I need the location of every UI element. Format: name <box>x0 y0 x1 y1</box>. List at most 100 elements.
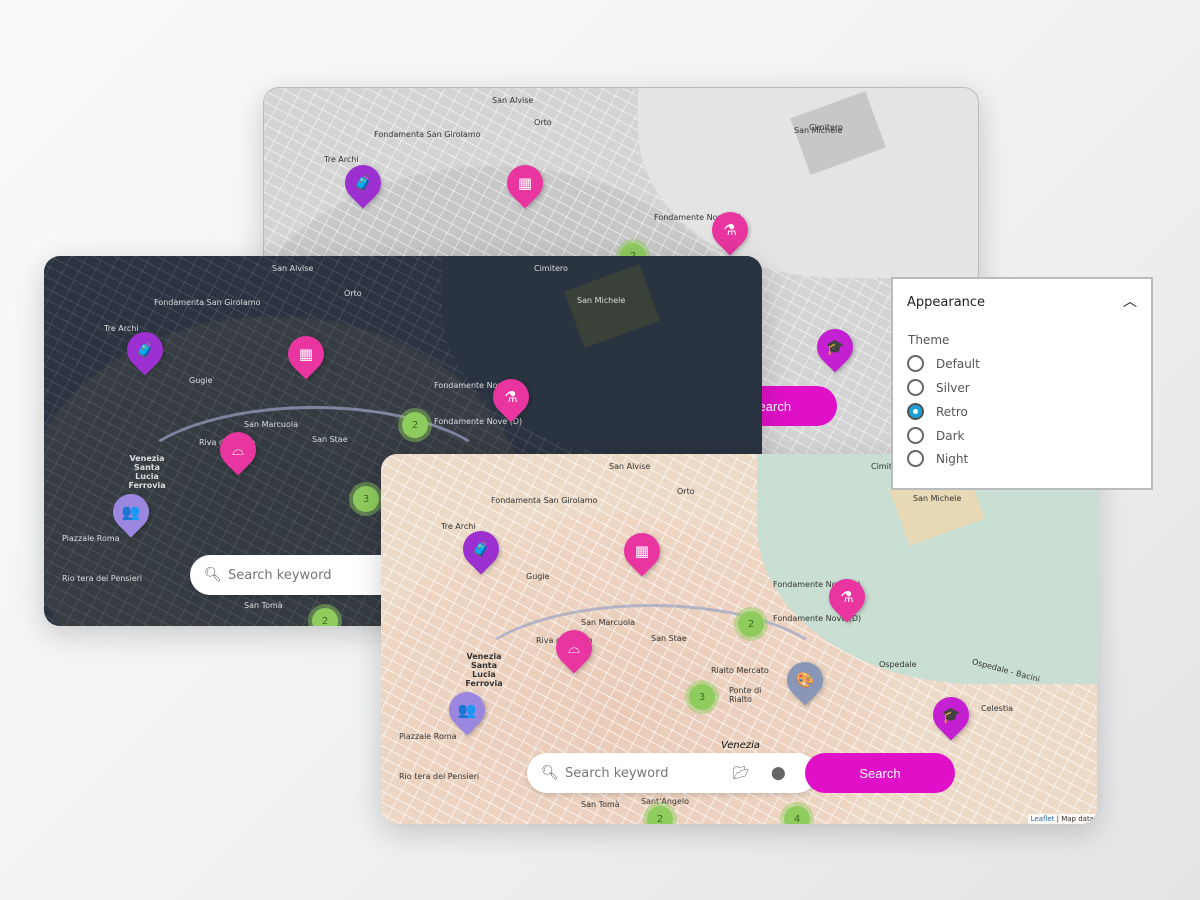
hospital-icon: ▦ <box>517 174 533 192</box>
place-label: San Alvise <box>492 96 534 105</box>
option-label: Dark <box>936 428 965 443</box>
place-label: San Tomà <box>244 601 283 610</box>
community-marker[interactable]: 👥 <box>105 486 157 538</box>
place-label: San Alvise <box>609 462 651 471</box>
theme-option-night[interactable]: Night <box>907 450 968 467</box>
place-label: San Michele <box>913 494 962 503</box>
appearance-panel: Appearance ︿ Theme Default Silver Retro … <box>891 277 1153 490</box>
place-label: Ponte di Rialto <box>729 686 762 704</box>
search-button[interactable]: Search <box>805 753 955 793</box>
place-label: San Marcuola <box>244 420 298 429</box>
luggage-icon: 🧳 <box>471 540 491 558</box>
place-label: Gugie <box>526 572 550 581</box>
search-bar: 🔍︎ 📂︎ ⬤ <box>527 753 817 793</box>
place-label: Rio tera dei Pensieri <box>399 772 480 781</box>
place-label: San Stae <box>651 634 687 643</box>
place-label: Piazzale Roma <box>62 534 120 543</box>
school-marker[interactable]: 🎓 <box>925 689 977 741</box>
radio-selected[interactable] <box>907 403 924 420</box>
search-input[interactable] <box>565 765 715 781</box>
marker-cluster[interactable]: 2 <box>738 611 764 637</box>
grand-canal <box>461 604 841 764</box>
chevron-up-icon[interactable]: ︿ <box>1123 291 1137 311</box>
hospital-marker[interactable]: ▦ <box>499 157 551 209</box>
people-icon: 👥 <box>121 503 141 521</box>
hospital-icon: ▦ <box>298 345 314 363</box>
place-label: Piazzale Roma <box>399 732 457 741</box>
flask-icon: ⚗ <box>840 588 854 606</box>
place-label: San Michele <box>577 296 626 305</box>
place-label: San Marcuola <box>581 618 635 627</box>
option-label: Night <box>936 451 969 466</box>
search-icon: 🔍︎ <box>204 567 222 583</box>
place-label: Orto <box>534 118 552 127</box>
place-label: Venezia Santa Lucia Ferrovia <box>465 652 503 688</box>
community-marker[interactable]: 👥 <box>441 684 493 736</box>
theme-option-silver[interactable]: Silver <box>907 379 970 396</box>
mortar-pestle-icon: ⌓ <box>568 639 580 657</box>
marker-cluster[interactable]: 3 <box>353 486 379 512</box>
pharmacy-marker[interactable]: ⌓ <box>212 424 264 476</box>
map-retro-theme[interactable]: San Alvise Orto Cimitero San Michele Fon… <box>381 454 1097 824</box>
marker-cluster[interactable]: 3 <box>689 684 715 710</box>
school-marker[interactable]: 🎓 <box>809 321 861 373</box>
people-icon: 👥 <box>457 701 477 719</box>
hospital-marker[interactable]: ▦ <box>616 525 668 577</box>
lab-marker[interactable]: ⚗ <box>821 571 873 623</box>
radio[interactable] <box>907 355 924 372</box>
luggage-marker[interactable]: 🧳 <box>455 523 507 575</box>
museum-marker[interactable]: 🎨 <box>779 654 831 706</box>
option-label: Default <box>936 356 980 371</box>
place-label: San Tomà <box>581 800 620 809</box>
panel-title: Appearance <box>907 295 986 310</box>
lab-marker[interactable]: ⚗ <box>485 371 537 423</box>
theme-label: Theme <box>908 333 950 347</box>
place-label: Fondamenta San Girolamo <box>491 496 598 505</box>
radio[interactable] <box>907 379 924 396</box>
place-label: Venezia Santa Lucia Ferrovia <box>128 454 166 490</box>
place-label: Sant'Angelo <box>641 797 690 806</box>
lab-marker[interactable]: ⚗ <box>704 204 756 256</box>
flask-icon: ⚗ <box>504 388 518 406</box>
place-label: Celestia <box>981 704 1014 713</box>
place-label: Fondamenta San Girolamo <box>154 298 261 307</box>
luggage-marker[interactable]: 🧳 <box>119 324 171 376</box>
graduation-cap-icon: 🎓 <box>825 338 845 356</box>
place-label: San Stae <box>312 435 348 444</box>
hospital-marker[interactable]: ▦ <box>280 328 332 380</box>
option-label: Retro <box>936 404 968 419</box>
place-label: Ospedale <box>879 660 917 669</box>
place-label: Fondamenta San Girolamo <box>374 130 481 139</box>
place-label: Orto <box>344 289 362 298</box>
flask-icon: ⚗ <box>723 221 737 239</box>
luggage-icon: 🧳 <box>353 174 373 192</box>
place-label: Tre Archi <box>441 522 476 531</box>
radio[interactable] <box>907 427 924 444</box>
theme-option-retro[interactable]: Retro <box>907 403 968 420</box>
luggage-icon: 🧳 <box>135 341 155 359</box>
pharmacy-marker[interactable]: ⌓ <box>548 622 600 674</box>
leaflet-link[interactable]: Leaflet <box>1031 815 1055 823</box>
location-pin-icon[interactable]: ⬤ <box>771 766 786 781</box>
theme-option-dark[interactable]: Dark <box>907 427 964 444</box>
radio[interactable] <box>907 450 924 467</box>
place-label: Cimitero <box>534 264 568 273</box>
place-label: San Michele <box>794 126 843 135</box>
place-label: Tre Archi <box>324 155 359 164</box>
theme-option-default[interactable]: Default <box>907 355 980 372</box>
place-label: San Alvise <box>272 264 314 273</box>
place-label: Rialto Mercato <box>711 666 769 675</box>
folder-icon[interactable]: 📂︎ <box>733 766 750 781</box>
hospital-icon: ▦ <box>634 542 650 560</box>
marker-cluster[interactable]: 2 <box>402 412 428 438</box>
mortar-pestle-icon: ⌓ <box>232 441 244 459</box>
map-attribution: Leaflet | Map data <box>1027 814 1097 824</box>
attribution-text: | Map data <box>1054 815 1094 823</box>
palette-icon: 🎨 <box>795 671 815 689</box>
search-icon: 🔍︎ <box>541 765 559 781</box>
option-label: Silver <box>936 380 970 395</box>
graduation-cap-icon: 🎓 <box>941 706 961 724</box>
place-label: Gugie <box>189 376 213 385</box>
luggage-marker[interactable]: 🧳 <box>337 157 389 209</box>
search-input[interactable] <box>228 567 378 583</box>
